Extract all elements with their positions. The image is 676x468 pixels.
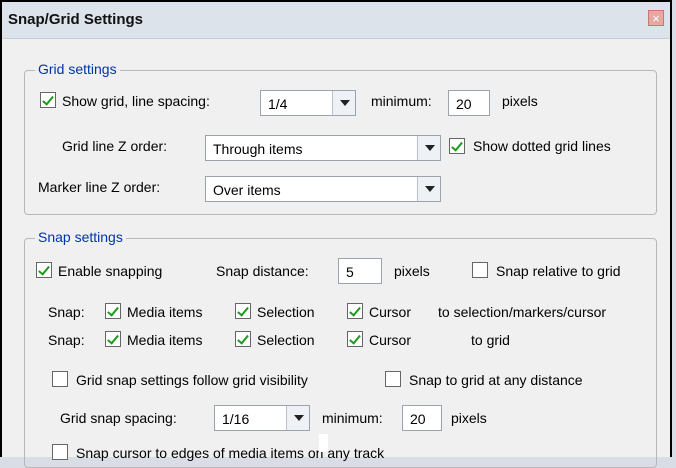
snap-row2-media-checkbox[interactable] <box>105 331 121 347</box>
snap-distance-pixels-label: pixels <box>394 263 430 279</box>
any-distance-checkbox[interactable] <box>385 371 401 387</box>
close-icon[interactable]: × <box>648 10 664 26</box>
window-title: Snap/Grid Settings <box>8 11 144 28</box>
show-grid-label: Show grid, line spacing: <box>62 93 210 109</box>
enable-snapping-label: Enable snapping <box>58 263 163 279</box>
snap-row2-cursor-label: Cursor <box>369 332 412 348</box>
chevron-down-icon[interactable] <box>332 91 355 115</box>
follow-visibility-label: Grid snap settings follow grid visibilit… <box>76 372 308 388</box>
snap-cursor-edges-label: Snap cursor to edges of media items on a… <box>76 445 385 461</box>
snap-grid-settings-window: Snap/Grid Settings × Grid settings Show … <box>0 0 672 468</box>
enable-snapping-checkbox[interactable] <box>36 262 52 278</box>
marker-line-z-order-value: Over items <box>213 182 281 198</box>
snap-row2-media-label: Media items <box>127 332 203 348</box>
snap-row1-cursor-checkbox[interactable] <box>347 303 363 319</box>
grid-snap-spacing-label: Grid snap spacing: <box>60 410 177 426</box>
snap-relative-label: Snap relative to grid <box>496 263 621 279</box>
chevron-down-icon[interactable] <box>286 406 309 430</box>
grid-snap-spacing-value: 1/16 <box>222 411 250 427</box>
title-bar[interactable]: Snap/Grid Settings × <box>2 2 670 39</box>
pixels-label: pixels <box>502 93 538 109</box>
show-dotted-label: Show dotted grid lines <box>473 138 611 154</box>
snap-row1-selection-checkbox[interactable] <box>235 303 251 319</box>
snap-distance-field[interactable]: 5 <box>338 258 382 284</box>
show-grid-checkbox[interactable] <box>40 92 56 108</box>
any-distance-label: Snap to grid at any distance <box>409 372 583 388</box>
show-dotted-checkbox[interactable] <box>449 138 465 154</box>
snap-row2-prefix: Snap: <box>48 332 85 348</box>
line-spacing-value: 1/4 <box>268 96 288 112</box>
marker-line-z-order-label: Marker line Z order: <box>38 179 161 195</box>
snap-cursor-edges-checkbox[interactable] <box>52 444 68 460</box>
snap-distance-value: 5 <box>346 264 354 280</box>
snap-row1-media-label: Media items <box>127 304 203 320</box>
snap-row1-prefix: Snap: <box>48 304 85 320</box>
grid-line-z-order-label: Grid line Z order: <box>62 138 168 154</box>
snap-row2-selection-label: Selection <box>257 332 315 348</box>
snap-relative-checkbox[interactable] <box>472 262 488 278</box>
grid-snap-spacing-dropdown[interactable]: 1/16 <box>214 405 310 431</box>
chevron-down-icon[interactable] <box>417 136 440 160</box>
minimum-field[interactable]: 20 <box>448 90 490 116</box>
snap-minimum-label: minimum: <box>322 410 383 426</box>
mouse-pointer-icon <box>319 434 328 452</box>
snap-distance-label: Snap distance: <box>216 263 309 279</box>
snap-row2-cursor-checkbox[interactable] <box>347 331 363 347</box>
grid-line-z-order-value: Through items <box>213 141 303 157</box>
snap-minimum-pixels-label: pixels <box>451 410 487 426</box>
snap-minimum-value: 20 <box>410 411 426 427</box>
follow-visibility-checkbox[interactable] <box>52 371 68 387</box>
minimum-value: 20 <box>456 96 472 112</box>
minimum-label: minimum: <box>371 93 432 109</box>
snap-row1-selection-label: Selection <box>257 304 315 320</box>
snap-row1-target: to selection/markers/cursor <box>438 304 607 320</box>
snap-row2-target: to grid <box>471 332 510 348</box>
line-spacing-dropdown[interactable]: 1/4 <box>260 90 356 116</box>
snap-settings-legend: Snap settings <box>35 229 126 245</box>
chevron-down-icon[interactable] <box>417 177 440 201</box>
marker-line-z-order-dropdown[interactable]: Over items <box>205 176 441 202</box>
snap-row1-cursor-label: Cursor <box>369 304 412 320</box>
snap-minimum-field[interactable]: 20 <box>402 405 442 431</box>
grid-line-z-order-dropdown[interactable]: Through items <box>205 135 441 161</box>
snap-row2-selection-checkbox[interactable] <box>235 331 251 347</box>
grid-settings-legend: Grid settings <box>35 61 120 77</box>
snap-row1-media-checkbox[interactable] <box>105 303 121 319</box>
